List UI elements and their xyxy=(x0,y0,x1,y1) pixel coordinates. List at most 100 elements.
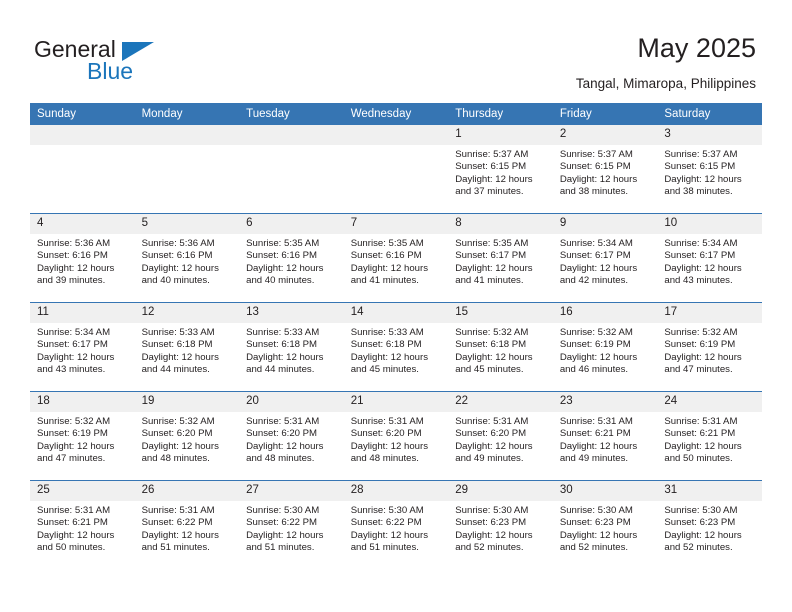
daylight-text-line1: Daylight: 12 hours xyxy=(141,262,219,274)
daylight-text-line1: Daylight: 12 hours xyxy=(664,262,742,274)
sunset-text: Sunset: 6:18 PM xyxy=(455,339,527,351)
day-number: 24 xyxy=(657,392,762,412)
daylight-text-line2: and 45 minutes. xyxy=(455,364,524,376)
day-details: Sunrise: 5:31 AM Sunset: 6:22 PM Daylight:… xyxy=(135,501,240,555)
calendar-day-cell[interactable]: 9 Sunrise: 5:34 AM Sunset: 6:17 PM Daylight… xyxy=(552,213,658,303)
calendar-day-cell[interactable]: 4 Sunrise: 5:36 AM Sunset: 6:16 PM Daylight… xyxy=(30,213,135,303)
day-details: Sunrise: 5:34 AM Sunset: 6:17 PM Daylight:… xyxy=(657,234,762,288)
sunset-text: Sunset: 6:17 PM xyxy=(664,250,736,262)
calendar-day-cell[interactable]: 23 Sunrise: 5:31 AM Sunset: 6:21 PM Dayligh… xyxy=(552,391,658,481)
calendar-day-cell[interactable]: 8 Sunrise: 5:35 AM Sunset: 6:17 PM Daylight… xyxy=(448,213,553,303)
sunset-text: Sunset: 6:22 PM xyxy=(141,517,213,529)
calendar-day-cell[interactable]: 31 Sunrise: 5:30 AM Sunset: 6:23 PM Dayligh… xyxy=(657,480,762,569)
calendar-week-row: 4 Sunrise: 5:36 AM Sunset: 6:16 PM Daylight… xyxy=(30,213,762,303)
daylight-text-line1: Daylight: 12 hours xyxy=(246,529,324,541)
daylight-text-line1: Daylight: 12 hours xyxy=(559,262,638,274)
general-blue-logo[interactable]: General Blue xyxy=(34,36,164,90)
calendar-day-cell[interactable]: 29 Sunrise: 5:30 AM Sunset: 6:23 PM Dayligh… xyxy=(448,480,553,569)
weekday-header-row: Sunday Monday Tuesday Wednesday Thursday… xyxy=(30,103,762,125)
sunset-text: Sunset: 6:22 PM xyxy=(246,517,318,529)
calendar-body: 1 Sunrise: 5:37 AM Sunset: 6:15 PM Daylight… xyxy=(30,125,762,569)
daylight-text-line1: Daylight: 12 hours xyxy=(37,529,115,541)
sunset-text: Sunset: 6:15 PM xyxy=(664,161,736,173)
calendar-page: General Blue May 2025 Tangal, Mimaropa, … xyxy=(0,0,792,612)
daylight-text-line2: and 52 minutes. xyxy=(455,542,524,554)
sunrise-text: Sunrise: 5:32 AM xyxy=(37,416,111,427)
day-details: Sunrise: 5:33 AM Sunset: 6:18 PM Daylight:… xyxy=(344,323,449,377)
calendar-day-cell[interactable]: 26 Sunrise: 5:31 AM Sunset: 6:22 PM Dayligh… xyxy=(134,480,240,569)
day-details: Sunrise: 5:36 AM Sunset: 6:16 PM Daylight:… xyxy=(135,234,240,288)
daylight-text-line1: Daylight: 12 hours xyxy=(141,440,219,452)
day-number: 31 xyxy=(657,481,762,501)
day-details: Sunrise: 5:32 AM Sunset: 6:19 PM Daylight:… xyxy=(657,323,762,377)
calendar-day-cell[interactable]: 22 Sunrise: 5:31 AM Sunset: 6:20 PM Dayligh… xyxy=(448,391,553,481)
calendar-day-cell[interactable]: 6 Sunrise: 5:35 AM Sunset: 6:16 PM Daylight… xyxy=(239,213,344,303)
sunset-text: Sunset: 6:20 PM xyxy=(246,428,318,440)
calendar-day-cell[interactable]: 21 Sunrise: 5:31 AM Sunset: 6:20 PM Dayligh… xyxy=(343,391,449,481)
calendar-day-cell[interactable]: 15 Sunrise: 5:32 AM Sunset: 6:18 PM Dayligh… xyxy=(448,302,553,392)
daylight-text-line1: Daylight: 12 hours xyxy=(455,529,533,541)
sunset-text: Sunset: 6:21 PM xyxy=(37,517,108,529)
day-number: 30 xyxy=(552,481,658,501)
calendar-day-cell[interactable]: 30 Sunrise: 5:30 AM Sunset: 6:23 PM Dayligh… xyxy=(552,480,658,569)
daylight-text-line2: and 51 minutes. xyxy=(246,542,315,554)
day-number: 29 xyxy=(448,481,553,501)
calendar-cell-empty xyxy=(134,125,240,214)
daylight-text-line2: and 43 minutes. xyxy=(664,275,733,287)
day-number: 12 xyxy=(134,303,240,323)
calendar-day-cell[interactable]: 12 Sunrise: 5:33 AM Sunset: 6:18 PM Dayligh… xyxy=(134,302,240,392)
calendar-day-cell[interactable]: 16 Sunrise: 5:32 AM Sunset: 6:19 PM Dayligh… xyxy=(552,302,658,392)
daylight-text-line2: and 45 minutes. xyxy=(350,364,419,376)
page-header: General Blue May 2025 Tangal, Mimaropa, … xyxy=(0,0,792,100)
calendar-day-cell[interactable]: 14 Sunrise: 5:33 AM Sunset: 6:18 PM Dayligh… xyxy=(343,302,449,392)
daylight-text-line2: and 46 minutes. xyxy=(559,364,629,376)
day-details: Sunrise: 5:30 AM Sunset: 6:22 PM Daylight:… xyxy=(344,501,449,555)
calendar-day-cell[interactable]: 5 Sunrise: 5:36 AM Sunset: 6:16 PM Daylight… xyxy=(134,213,240,303)
weekday-header-sunday: Sunday xyxy=(30,103,135,125)
calendar-day-cell[interactable]: 7 Sunrise: 5:35 AM Sunset: 6:16 PM Daylight… xyxy=(343,213,449,303)
sunset-text: Sunset: 6:18 PM xyxy=(350,339,422,351)
day-number: 23 xyxy=(552,392,658,412)
calendar-day-cell[interactable]: 17 Sunrise: 5:32 AM Sunset: 6:19 PM Dayligh… xyxy=(657,302,762,392)
sunset-text: Sunset: 6:16 PM xyxy=(141,250,213,262)
daylight-text-line1: Daylight: 12 hours xyxy=(664,173,742,185)
sunset-text: Sunset: 6:18 PM xyxy=(246,339,318,351)
day-number xyxy=(239,125,344,145)
day-details: Sunrise: 5:37 AM Sunset: 6:15 PM Daylight:… xyxy=(448,145,553,199)
calendar-day-cell[interactable]: 13 Sunrise: 5:33 AM Sunset: 6:18 PM Dayligh… xyxy=(239,302,344,392)
calendar-day-cell[interactable]: 24 Sunrise: 5:31 AM Sunset: 6:21 PM Dayligh… xyxy=(657,391,762,481)
sunset-text: Sunset: 6:16 PM xyxy=(350,250,422,262)
daylight-text-line2: and 37 minutes. xyxy=(455,186,524,198)
calendar-day-cell[interactable]: 18 Sunrise: 5:32 AM Sunset: 6:19 PM Dayligh… xyxy=(30,391,135,481)
sunrise-text: Sunrise: 5:31 AM xyxy=(246,416,320,427)
calendar-day-cell[interactable]: 1 Sunrise: 5:37 AM Sunset: 6:15 PM Daylight… xyxy=(448,125,553,214)
day-number: 28 xyxy=(343,481,449,501)
calendar-day-cell[interactable]: 11 Sunrise: 5:34 AM Sunset: 6:17 PM Dayligh… xyxy=(30,302,135,392)
weekday-header-friday: Friday xyxy=(552,103,658,125)
calendar-day-cell[interactable]: 28 Sunrise: 5:30 AM Sunset: 6:22 PM Dayligh… xyxy=(343,480,449,569)
calendar-day-cell[interactable]: 27 Sunrise: 5:30 AM Sunset: 6:22 PM Dayligh… xyxy=(239,480,344,569)
daylight-text-line2: and 48 minutes. xyxy=(246,453,315,465)
sunrise-text: Sunrise: 5:37 AM xyxy=(664,149,738,160)
daylight-text-line2: and 41 minutes. xyxy=(350,275,419,287)
logo-text-blue: Blue xyxy=(87,58,134,84)
sunrise-text: Sunrise: 5:35 AM xyxy=(350,238,424,249)
calendar-day-cell[interactable]: 25 Sunrise: 5:31 AM Sunset: 6:21 PM Dayligh… xyxy=(30,480,135,569)
calendar-day-cell[interactable]: 19 Sunrise: 5:32 AM Sunset: 6:20 PM Dayligh… xyxy=(134,391,240,481)
calendar-day-cell[interactable]: 20 Sunrise: 5:31 AM Sunset: 6:20 PM Dayligh… xyxy=(239,391,344,481)
day-number xyxy=(134,125,240,145)
weekday-header-monday: Monday xyxy=(134,103,240,125)
daylight-text-line1: Daylight: 12 hours xyxy=(246,351,324,363)
day-number: 15 xyxy=(448,303,553,323)
day-number: 10 xyxy=(657,214,762,234)
day-number: 4 xyxy=(30,214,135,234)
calendar-day-cell[interactable]: 3 Sunrise: 5:37 AM Sunset: 6:15 PM Daylight… xyxy=(657,125,762,214)
daylight-text-line1: Daylight: 12 hours xyxy=(350,262,429,274)
calendar-week-row: 11 Sunrise: 5:34 AM Sunset: 6:17 PM Dayligh… xyxy=(30,302,762,392)
day-number: 2 xyxy=(552,125,658,145)
sunset-text: Sunset: 6:15 PM xyxy=(455,161,527,173)
calendar-cell-empty xyxy=(239,125,344,214)
calendar-day-cell[interactable]: 2 Sunrise: 5:37 AM Sunset: 6:15 PM Daylight… xyxy=(552,125,658,214)
calendar-cell-empty xyxy=(343,125,449,214)
calendar-day-cell[interactable]: 10 Sunrise: 5:34 AM Sunset: 6:17 PM Dayligh… xyxy=(657,213,762,303)
